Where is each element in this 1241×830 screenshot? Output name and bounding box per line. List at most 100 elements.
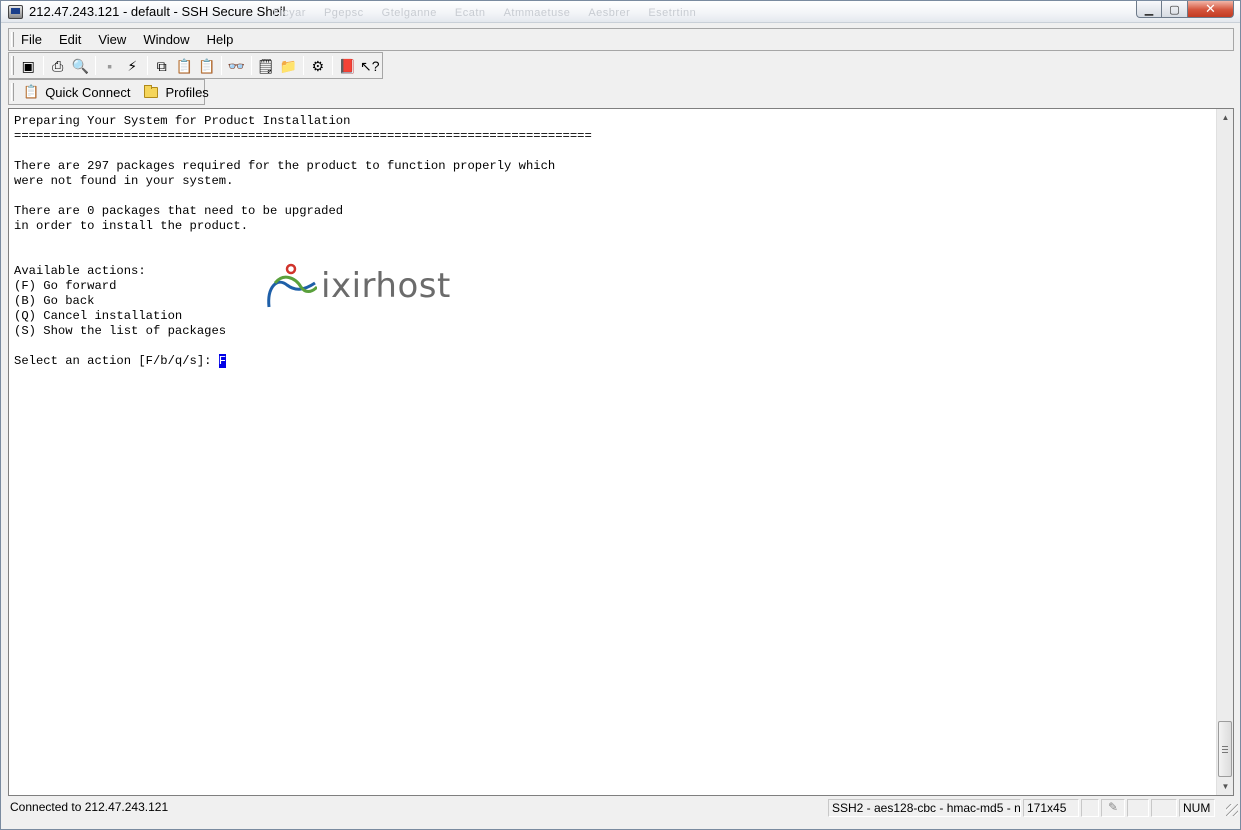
folder-icon bbox=[144, 84, 159, 98]
settings-icon: 🗒 bbox=[256, 57, 275, 74]
terminal-line: There are 0 packages that need to be upg… bbox=[14, 204, 344, 218]
window-bottom-edge bbox=[1, 819, 1240, 829]
quick-connect-bar-grip[interactable] bbox=[11, 83, 14, 101]
minimize-icon: ▁ bbox=[1144, 3, 1154, 16]
print-button[interactable]: ⎙ bbox=[48, 55, 69, 76]
menu-window[interactable]: Window bbox=[141, 32, 191, 47]
watermark-logo: ixirhost bbox=[261, 263, 451, 309]
terminal-line: Preparing Your System for Product Instal… bbox=[14, 114, 351, 128]
background-menu-item: Aesbrer bbox=[588, 7, 631, 19]
print-preview-button[interactable]: 🔍 bbox=[70, 55, 91, 76]
maximize-button[interactable]: ▢ bbox=[1162, 1, 1188, 18]
quick-connect-button[interactable]: 📋 Quick Connect bbox=[23, 84, 130, 100]
terminal-line: were not found in your system. bbox=[14, 174, 234, 188]
save-button[interactable]: ▣ bbox=[18, 55, 39, 76]
menu-bar: File Edit View Window Help bbox=[8, 28, 1234, 51]
find-button[interactable]: 👓 bbox=[226, 55, 247, 76]
cipher-status: SSH2 - aes128-cbc - hmac-md5 - nc bbox=[828, 799, 1021, 817]
paste-icon: 📋 bbox=[175, 57, 193, 74]
new-connection-button[interactable]: ⚡ bbox=[122, 55, 143, 76]
paste-special-button[interactable]: 📋 bbox=[197, 55, 218, 76]
menu-edit[interactable]: Edit bbox=[57, 32, 83, 47]
arrow-down-icon: ▼ bbox=[1221, 782, 1230, 791]
minimize-button[interactable]: ▁ bbox=[1136, 1, 1162, 18]
app-icon[interactable] bbox=[8, 5, 23, 19]
disconnect-icon: ▪ bbox=[107, 57, 113, 74]
status-encryption-icon: ✎ bbox=[1101, 799, 1125, 817]
background-menu-item: Gtelganne bbox=[381, 7, 437, 19]
watermark-swoosh-icon bbox=[267, 263, 317, 308]
background-menu-item: Esetrtinn bbox=[648, 7, 697, 19]
window-title: 212.47.243.121 - default - SSH Secure Sh… bbox=[29, 4, 286, 19]
toolbar-separator bbox=[332, 56, 333, 75]
new-connection-icon: ⚡ bbox=[127, 57, 138, 74]
ssh-client-window: 212.47.243.121 - default - SSH Secure Sh… bbox=[0, 0, 1241, 830]
save-icon: ▣ bbox=[21, 57, 35, 74]
terminal-cursor-input[interactable]: F bbox=[218, 354, 227, 368]
toolbar-grip[interactable] bbox=[11, 56, 14, 75]
terminal-area[interactable]: Preparing Your System for Product Instal… bbox=[8, 108, 1234, 796]
terminal-line: (S) Show the list of packages bbox=[14, 324, 227, 338]
status-empty-2 bbox=[1127, 799, 1149, 817]
context-help-icon: ↖? bbox=[359, 57, 380, 74]
keys-button[interactable]: ⚙ bbox=[308, 55, 329, 76]
toolbar-separator bbox=[250, 56, 252, 75]
context-help-button[interactable]: ↖? bbox=[360, 55, 381, 76]
print-icon: ⎙ bbox=[52, 57, 64, 74]
menu-view[interactable]: View bbox=[96, 32, 128, 47]
book-icon: 📕 bbox=[338, 57, 356, 74]
quick-connect-label: Quick Connect bbox=[45, 84, 131, 100]
book-button[interactable]: 📕 bbox=[337, 55, 358, 76]
paste-button[interactable]: 📋 bbox=[174, 55, 195, 76]
settings-button[interactable]: 🗒 bbox=[256, 55, 277, 76]
copy-button[interactable]: ⧉ bbox=[152, 55, 173, 76]
terminal-output: Preparing Your System for Product Instal… bbox=[14, 114, 592, 369]
close-icon: ✕ bbox=[1205, 1, 1216, 16]
toolbar-separator bbox=[302, 56, 304, 75]
vertical-scrollbar[interactable]: ▲ ▼ bbox=[1216, 109, 1233, 795]
quick-connect-icon: 📋 bbox=[23, 84, 40, 99]
copy-icon: ⧉ bbox=[156, 57, 167, 74]
terminal-line: There are 297 packages required for the … bbox=[14, 159, 556, 173]
window-controls: ▁ ▢ ✕ bbox=[1136, 1, 1234, 18]
find-icon: 👓 bbox=[227, 57, 245, 74]
file-transfer-icon: 📁 bbox=[279, 57, 297, 74]
menu-help[interactable]: Help bbox=[205, 32, 236, 47]
resize-grip[interactable] bbox=[1226, 804, 1238, 816]
scrollbar-thumb[interactable] bbox=[1218, 721, 1232, 777]
terminal-line: in order to install the product. bbox=[14, 219, 249, 233]
paste-special-icon: 📋 bbox=[198, 57, 216, 74]
terminal-prompt: Select an action [F/b/q/s]: bbox=[14, 354, 219, 368]
file-transfer-button[interactable]: 📁 bbox=[278, 55, 299, 76]
print-preview-icon: 🔍 bbox=[71, 57, 89, 74]
keys-icon: ⚙ bbox=[311, 57, 325, 74]
profiles-button[interactable]: Profiles bbox=[144, 84, 209, 100]
connection-status: Connected to 212.47.243.121 bbox=[10, 800, 169, 814]
arrow-up-icon: ▲ bbox=[1221, 113, 1230, 122]
toolbar-separator bbox=[94, 56, 96, 75]
terminal-size: 171x45 bbox=[1023, 799, 1079, 817]
scroll-down-button[interactable]: ▼ bbox=[1217, 778, 1234, 795]
menu-bar-grip[interactable] bbox=[11, 32, 14, 47]
scroll-up-button[interactable]: ▲ bbox=[1217, 109, 1234, 126]
num-lock-indicator: NUM bbox=[1179, 799, 1215, 817]
toolbar-separator bbox=[42, 56, 44, 75]
terminal-line: ========================================… bbox=[14, 129, 592, 143]
close-button[interactable]: ✕ bbox=[1188, 1, 1234, 18]
disconnect-button[interactable]: ▪ bbox=[100, 55, 121, 76]
menu-file[interactable]: File bbox=[19, 32, 44, 47]
background-menu-item: Pgepsc bbox=[323, 7, 364, 19]
background-menu-item: Atmmaetuse bbox=[503, 7, 571, 19]
status-bar: Connected to 212.47.243.121 SSH2 - aes12… bbox=[1, 798, 1240, 818]
quick-connect-bar: 📋 Quick Connect Profiles bbox=[8, 79, 209, 105]
background-menu-item: Ficyar bbox=[273, 7, 306, 19]
title-bar[interactable]: 212.47.243.121 - default - SSH Secure Sh… bbox=[1, 1, 1240, 23]
maximize-icon: ▢ bbox=[1169, 3, 1180, 16]
status-empty-1 bbox=[1081, 799, 1099, 817]
grip-icon bbox=[1222, 745, 1228, 753]
